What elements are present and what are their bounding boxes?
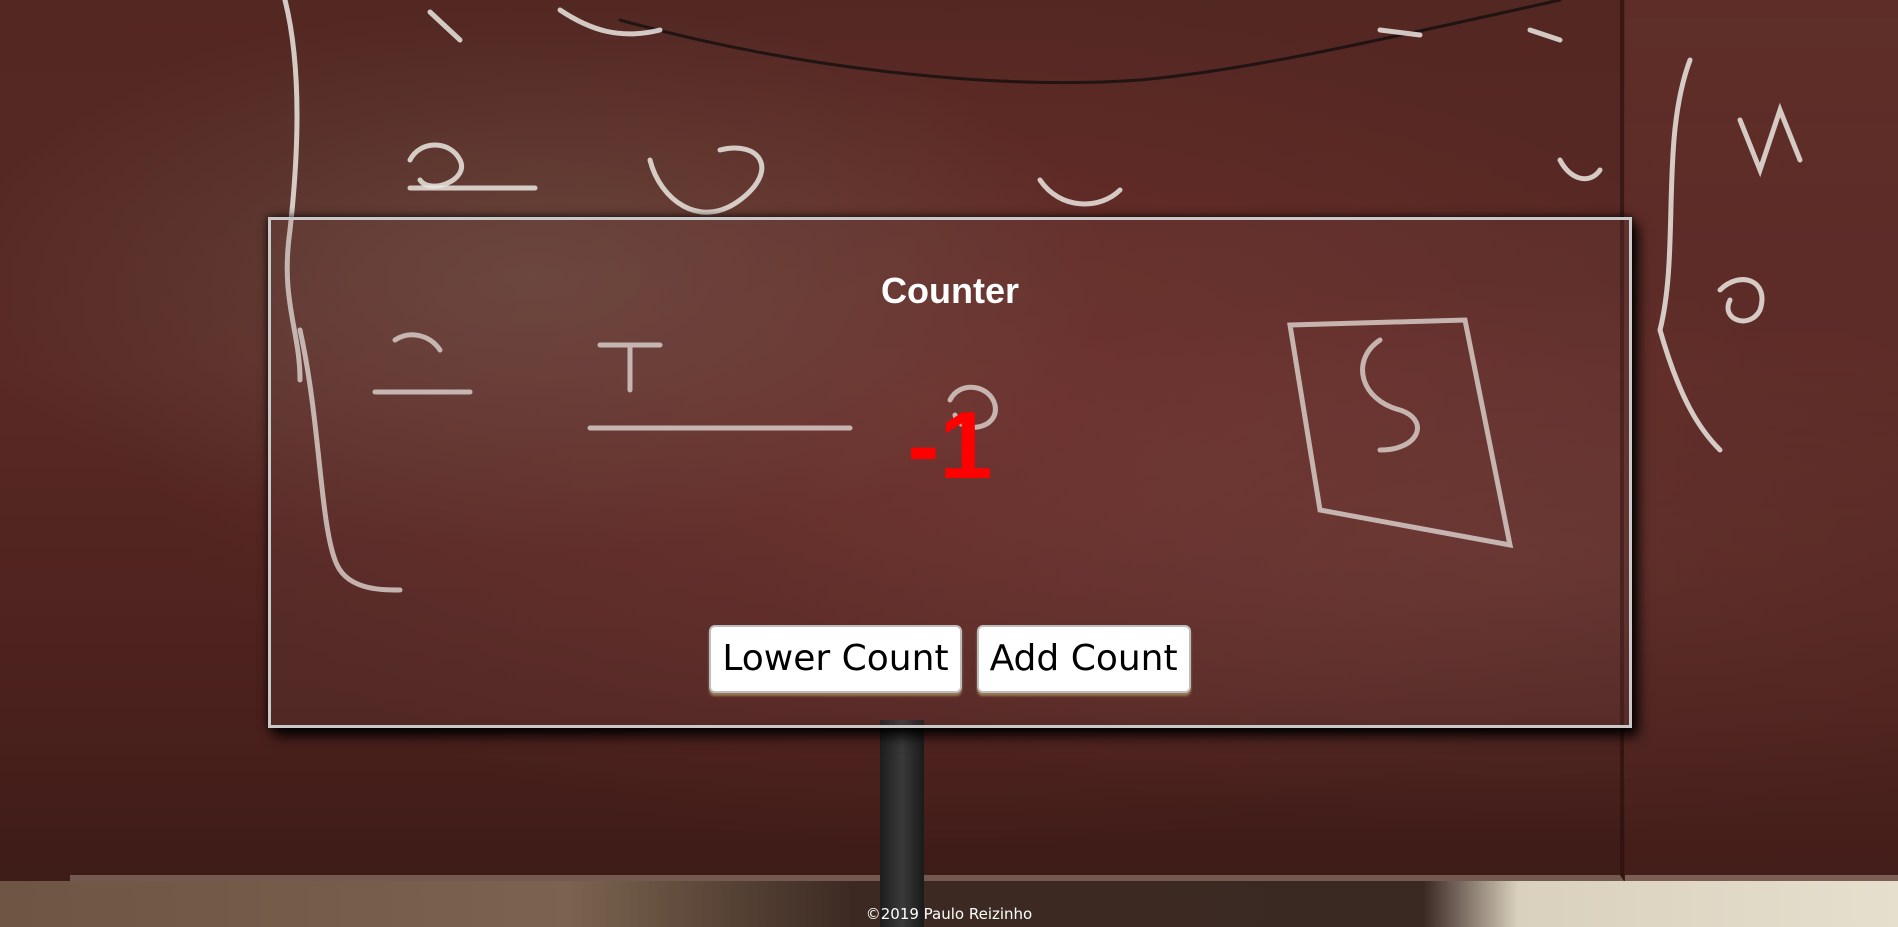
counter-title: Counter [881, 270, 1019, 311]
counter-buttons: Lower Count Add Count [271, 625, 1629, 694]
counter-value: -1 [907, 392, 993, 499]
add-count-button[interactable]: Add Count [976, 625, 1191, 694]
lower-count-button[interactable]: Lower Count [709, 625, 962, 694]
footer-copyright: ©2019 Paulo Reizinho [865, 905, 1033, 923]
counter-card: Counter -1 Lower Count Add Count [268, 217, 1632, 728]
